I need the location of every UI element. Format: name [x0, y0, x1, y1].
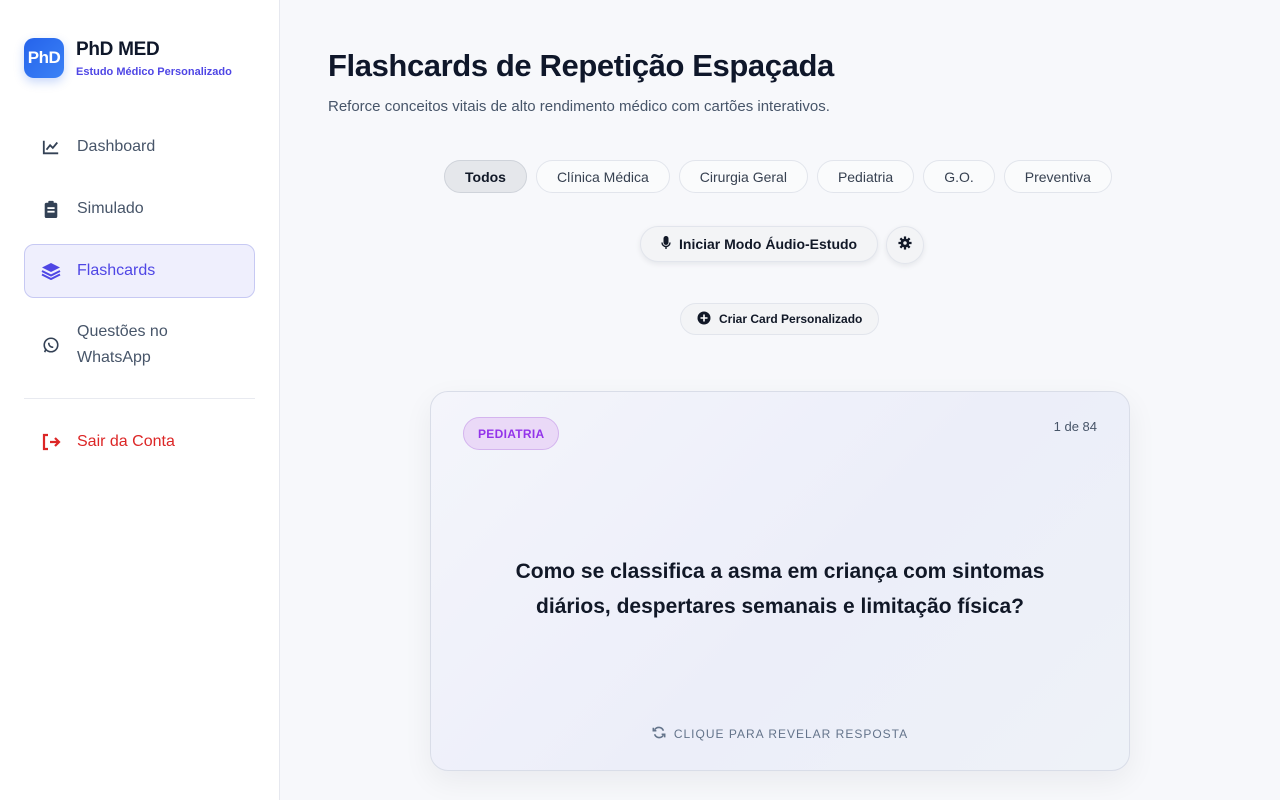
sidebar-item-label: Questões no WhatsApp: [77, 323, 168, 366]
chart-line-icon: [41, 137, 61, 157]
filter-cirurgia-geral[interactable]: Cirurgia Geral: [678, 160, 808, 193]
gear-icon: [898, 235, 912, 255]
brand-name: PhD MED: [76, 38, 160, 60]
whatsapp-icon: [41, 335, 61, 355]
sidebar-item-whatsapp[interactable]: Questões no WhatsApp: [24, 306, 255, 384]
flashcard[interactable]: PEDIATRIA 1 de 84 Como se classifica a a…: [430, 391, 1130, 771]
sidebar: PhD PhD MED Estudo Médico Personalizado …: [0, 0, 280, 800]
brand-logo: PhD: [24, 38, 64, 78]
create-card-button[interactable]: Criar Card Personalizado: [680, 303, 880, 335]
app: PhD PhD MED Estudo Médico Personalizado …: [0, 0, 1280, 800]
sidebar-item-simulado[interactable]: Simulado: [24, 182, 255, 236]
layers-icon: [41, 261, 61, 281]
sidebar-item-dashboard[interactable]: Dashboard: [24, 120, 255, 174]
reveal-hint[interactable]: CLIQUE PARA REVELAR RESPOSTA: [431, 726, 1129, 742]
category-filters: Todos Clínica Médica Cirurgia Geral Pedi…: [444, 160, 1112, 193]
page-title: Flashcards de Repetição Espaçada: [328, 48, 834, 83]
sidebar-item-label: Flashcards: [77, 262, 156, 279]
filter-clinica-medica[interactable]: Clínica Médica: [535, 160, 670, 193]
brand-text: PhD MED Estudo Médico Personalizado: [76, 39, 232, 78]
microphone-icon: [661, 235, 671, 253]
audio-study-button[interactable]: Iniciar Modo Áudio-Estudo: [640, 226, 879, 262]
sidebar-item-label: Dashboard: [77, 138, 156, 155]
clipboard-icon: [41, 199, 61, 219]
audio-study-label: Iniciar Modo Áudio-Estudo: [679, 236, 858, 252]
card-counter: 1 de 84: [1053, 419, 1097, 434]
card-question: Como se classifica a asma em criança com…: [515, 560, 1045, 618]
reveal-label: CLIQUE PARA REVELAR RESPOSTA: [673, 727, 909, 741]
page-subtitle: Reforce conceitos vitais de alto rendime…: [328, 98, 830, 115]
sidebar-item-label: Simulado: [77, 200, 144, 217]
sidebar-nav: Dashboard Simulado Flashcards Questões n…: [24, 120, 255, 469]
logout-label: Sair da Conta: [77, 433, 175, 450]
brand: PhD PhD MED Estudo Médico Personalizado: [24, 38, 255, 78]
logout-button[interactable]: Sair da Conta: [24, 415, 255, 469]
filter-todos[interactable]: Todos: [444, 160, 527, 193]
plus-circle-icon: [697, 311, 711, 328]
audio-controls: Iniciar Modo Áudio-Estudo: [640, 226, 925, 264]
logout-icon: [41, 432, 61, 452]
brand-subtitle: Estudo Médico Personalizado: [76, 65, 232, 78]
filter-pediatria[interactable]: Pediatria: [816, 160, 915, 193]
create-card-label: Criar Card Personalizado: [719, 312, 863, 326]
refresh-icon: [652, 726, 666, 742]
main-content: Flashcards de Repetição Espaçada Reforce…: [280, 0, 1280, 800]
settings-button[interactable]: [886, 226, 925, 264]
filter-preventiva[interactable]: Preventiva: [1003, 160, 1112, 193]
category-badge: PEDIATRIA: [463, 417, 560, 450]
nav-divider: [24, 398, 255, 399]
sidebar-item-flashcards[interactable]: Flashcards: [24, 244, 255, 298]
filter-go[interactable]: G.O.: [923, 160, 995, 193]
